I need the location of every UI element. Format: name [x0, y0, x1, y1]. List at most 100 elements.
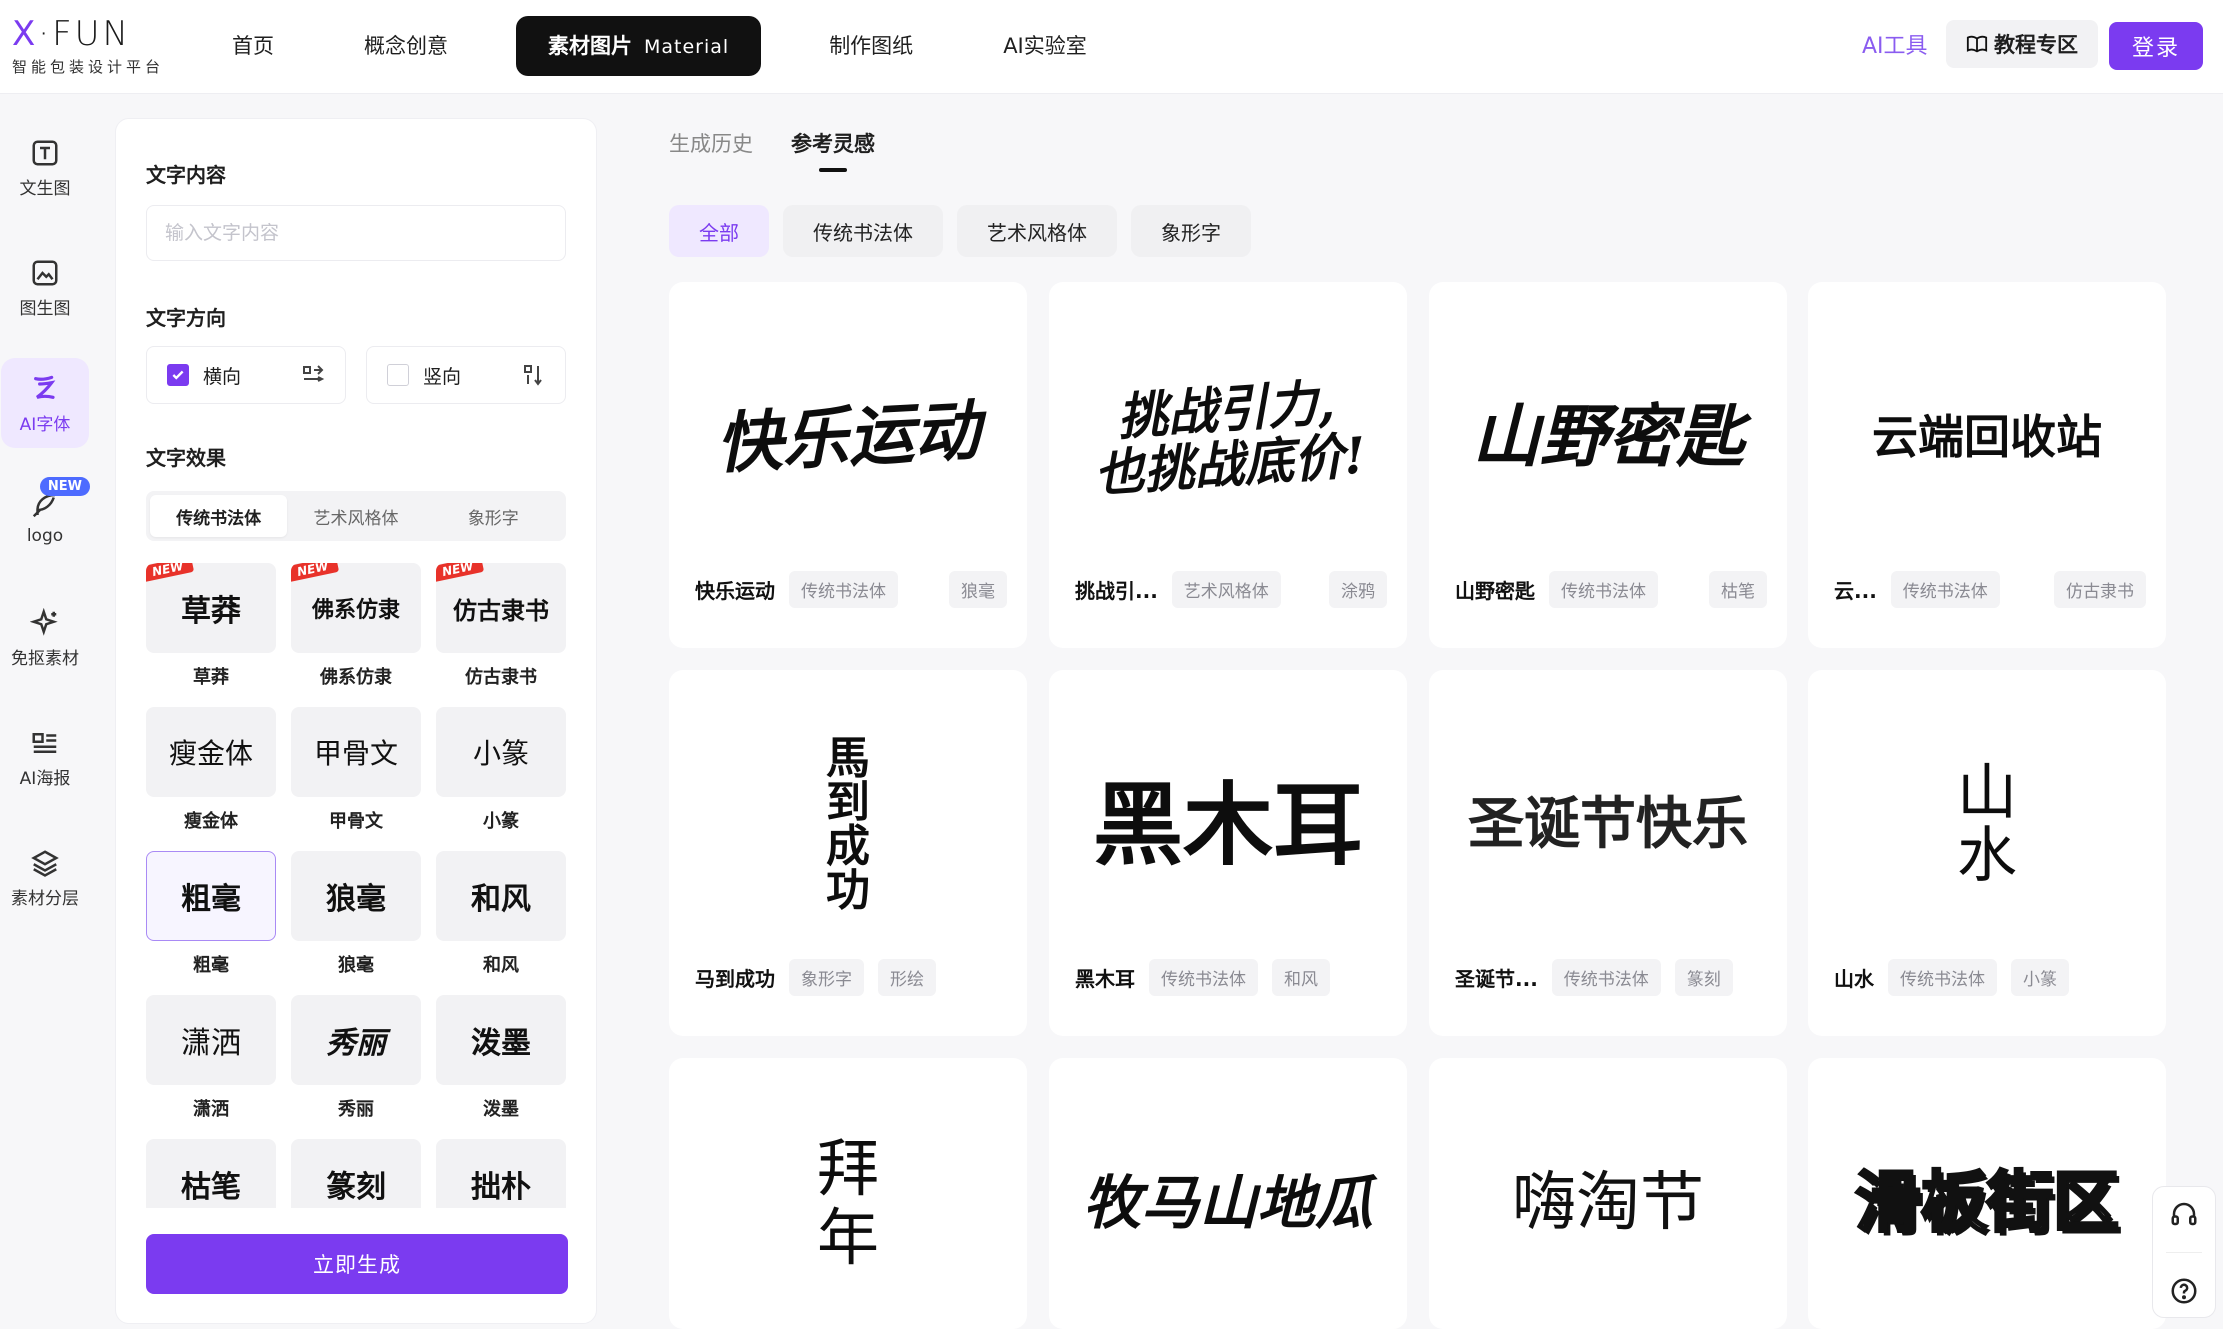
- vertical-checkbox[interactable]: [387, 364, 409, 386]
- effect-tab-pictographic[interactable]: 象形字: [425, 495, 562, 537]
- style-tile[interactable]: 枯笔 枯笔: [146, 1139, 276, 1208]
- inspiration-card[interactable]: 黑木耳 黑木耳 传统书法体 和风: [1049, 670, 1407, 1036]
- style-tile[interactable]: NEW 仿古隶书 仿古隶书: [436, 563, 566, 689]
- filter-traditional[interactable]: 传统书法体: [783, 205, 943, 257]
- style-tile[interactable]: NEW 草莽 草莽: [146, 563, 276, 689]
- nav-material-label: 素材图片: [548, 34, 632, 58]
- style-tile[interactable]: 拙朴 拙朴: [436, 1139, 566, 1208]
- card-tag[interactable]: 涂鸦: [1329, 570, 1387, 608]
- tab-history[interactable]: 生成历史: [669, 128, 753, 172]
- filter-pictographic[interactable]: 象形字: [1131, 205, 1251, 257]
- style-tile[interactable]: 泼墨 泼墨: [436, 995, 566, 1121]
- card-tag[interactable]: 传统书法体: [1549, 570, 1658, 608]
- card-tag[interactable]: 艺术风格体: [1171, 570, 1281, 608]
- headset-icon[interactable]: [2169, 1199, 2199, 1229]
- float-divider: [2166, 1251, 2202, 1253]
- rail-image-to-image[interactable]: 图生图: [0, 243, 90, 333]
- nav-concept[interactable]: 概念创意: [342, 16, 470, 76]
- rail-label: 素材分层: [11, 888, 79, 909]
- vertical-direction-icon: [524, 365, 542, 386]
- new-ribbon: NEW: [291, 563, 340, 583]
- card-tag[interactable]: 象形字: [789, 958, 864, 996]
- card-tag[interactable]: 传统书法体: [1888, 958, 1997, 996]
- card-tag[interactable]: 仿古隶书: [2054, 570, 2146, 608]
- ai-tools-link[interactable]: AI工具: [1862, 28, 1928, 60]
- card-footer: 黑木耳 传统书法体 和风: [1075, 958, 1387, 996]
- brand-logo[interactable]: X·FUN 智能包装设计平台: [12, 14, 164, 77]
- horizontal-checkbox[interactable]: [167, 364, 189, 386]
- nav-drawing[interactable]: 制作图纸: [807, 16, 935, 76]
- inspiration-card[interactable]: 嗨淘节: [1429, 1058, 1787, 1329]
- rail-logo[interactable]: NEW logo: [0, 473, 90, 563]
- style-thumb: 和风: [436, 851, 566, 941]
- inspiration-card[interactable]: 山野密匙 山野密匙 传统书法体 枯笔: [1429, 282, 1787, 648]
- style-thumb: 秀丽: [291, 995, 421, 1085]
- generate-button[interactable]: 立即生成: [146, 1234, 568, 1294]
- card-tag[interactable]: 传统书法体: [789, 570, 898, 608]
- inspiration-card[interactable]: 山 水 山水 传统书法体 小篆: [1808, 670, 2166, 1036]
- card-tag[interactable]: 传统书法体: [1149, 958, 1258, 996]
- help-icon[interactable]: [2169, 1276, 2199, 1306]
- login-button[interactable]: 登录: [2109, 22, 2203, 70]
- card-artwork: 拜 年: [669, 1058, 1027, 1329]
- card-art-text: 快乐运动: [714, 390, 982, 483]
- card-tag[interactable]: 狼毫: [949, 570, 1007, 608]
- inspiration-card[interactable]: 快乐运动 快乐运动 传统书法体 狼毫: [669, 282, 1027, 648]
- rail-cutout[interactable]: 免抠素材: [0, 593, 90, 683]
- style-thumb: 甲骨文: [291, 707, 421, 797]
- nav-ai-lab[interactable]: AI实验室: [981, 16, 1109, 76]
- style-tile[interactable]: 狼毫 狼毫: [291, 851, 421, 977]
- card-tag[interactable]: 篆刻: [1674, 958, 1733, 996]
- style-tile[interactable]: 瘦金体 瘦金体: [146, 707, 276, 833]
- style-name: 潇洒: [193, 1099, 229, 1120]
- card-artwork: 滑板街区: [1808, 1058, 2166, 1329]
- effect-tab-artistic[interactable]: 艺术风格体: [287, 495, 424, 537]
- tab-inspiration[interactable]: 参考灵感: [791, 128, 875, 172]
- nav-material[interactable]: 素材图片 Material: [516, 16, 762, 76]
- effect-tab-traditional[interactable]: 传统书法体: [150, 495, 288, 537]
- card-tag[interactable]: 传统书法体: [1890, 570, 2000, 608]
- rail-text-to-image[interactable]: 文生图: [0, 123, 90, 213]
- style-tile[interactable]: 秀丽 秀丽: [291, 995, 421, 1121]
- tutorial-button[interactable]: 教程专区: [1946, 20, 2098, 68]
- inspiration-card[interactable]: 滑板街区: [1808, 1058, 2166, 1329]
- inspiration-card[interactable]: 挑战引力, 也挑战底价! 挑战引... 艺术风格体 涂鸦: [1049, 282, 1407, 648]
- card-tag[interactable]: 小篆: [2011, 958, 2069, 996]
- horizontal-label: 横向: [203, 365, 242, 388]
- card-title: 马到成功: [695, 966, 775, 991]
- style-tile[interactable]: 和风 和风: [436, 851, 566, 977]
- rail-label: 图生图: [19, 298, 71, 319]
- card-title: 圣诞节...: [1455, 966, 1538, 991]
- content-tabs: 生成历史 参考灵感: [669, 128, 875, 172]
- style-tile[interactable]: 小篆 小篆: [436, 707, 566, 833]
- inspiration-card[interactable]: 云端回收站 云... 传统书法体 仿古隶书: [1808, 282, 2166, 648]
- style-tile[interactable]: 潇洒 潇洒: [146, 995, 276, 1121]
- inspiration-card[interactable]: 圣诞节快乐 圣诞节... 传统书法体 篆刻: [1429, 670, 1787, 1036]
- style-thumb: NEW 草莽: [146, 563, 276, 653]
- direction-vertical-option[interactable]: 竖向: [366, 346, 566, 404]
- rail-ai-font[interactable]: AI字体: [1, 358, 89, 448]
- card-tag[interactable]: 传统书法体: [1551, 958, 1661, 996]
- style-tile-selected[interactable]: 粗毫 粗毫: [146, 851, 276, 977]
- style-tile[interactable]: 甲骨文 甲骨文: [291, 707, 421, 833]
- effect-label: 文字效果: [146, 446, 226, 470]
- style-tile[interactable]: NEW 佛系仿隶 佛系仿隶: [291, 563, 421, 689]
- card-tag[interactable]: 形绘: [878, 958, 936, 996]
- sparkle-icon: [30, 607, 58, 636]
- rail-layers[interactable]: 素材分层: [0, 833, 90, 923]
- style-name: 仿古隶书: [465, 667, 537, 688]
- direction-label: 文字方向: [146, 306, 226, 330]
- inspiration-card[interactable]: 牧马山地瓜: [1049, 1058, 1407, 1329]
- inspiration-card[interactable]: 馬 到 成 功 马到成功 象形字 形绘: [669, 670, 1027, 1036]
- direction-horizontal-option[interactable]: 横向: [146, 346, 346, 404]
- style-thumb: 枯笔: [146, 1139, 276, 1208]
- nav-home[interactable]: 首页: [210, 16, 296, 76]
- filter-artistic[interactable]: 艺术风格体: [957, 205, 1117, 257]
- card-tag[interactable]: 和风: [1272, 958, 1330, 996]
- inspiration-card[interactable]: 拜 年: [669, 1058, 1027, 1329]
- style-tile[interactable]: 篆刻 篆刻: [291, 1139, 421, 1208]
- rail-poster[interactable]: AI海报: [0, 713, 90, 803]
- filter-all[interactable]: 全部: [669, 205, 769, 257]
- text-content-input[interactable]: [146, 205, 566, 261]
- card-tag[interactable]: 枯笔: [1709, 570, 1767, 608]
